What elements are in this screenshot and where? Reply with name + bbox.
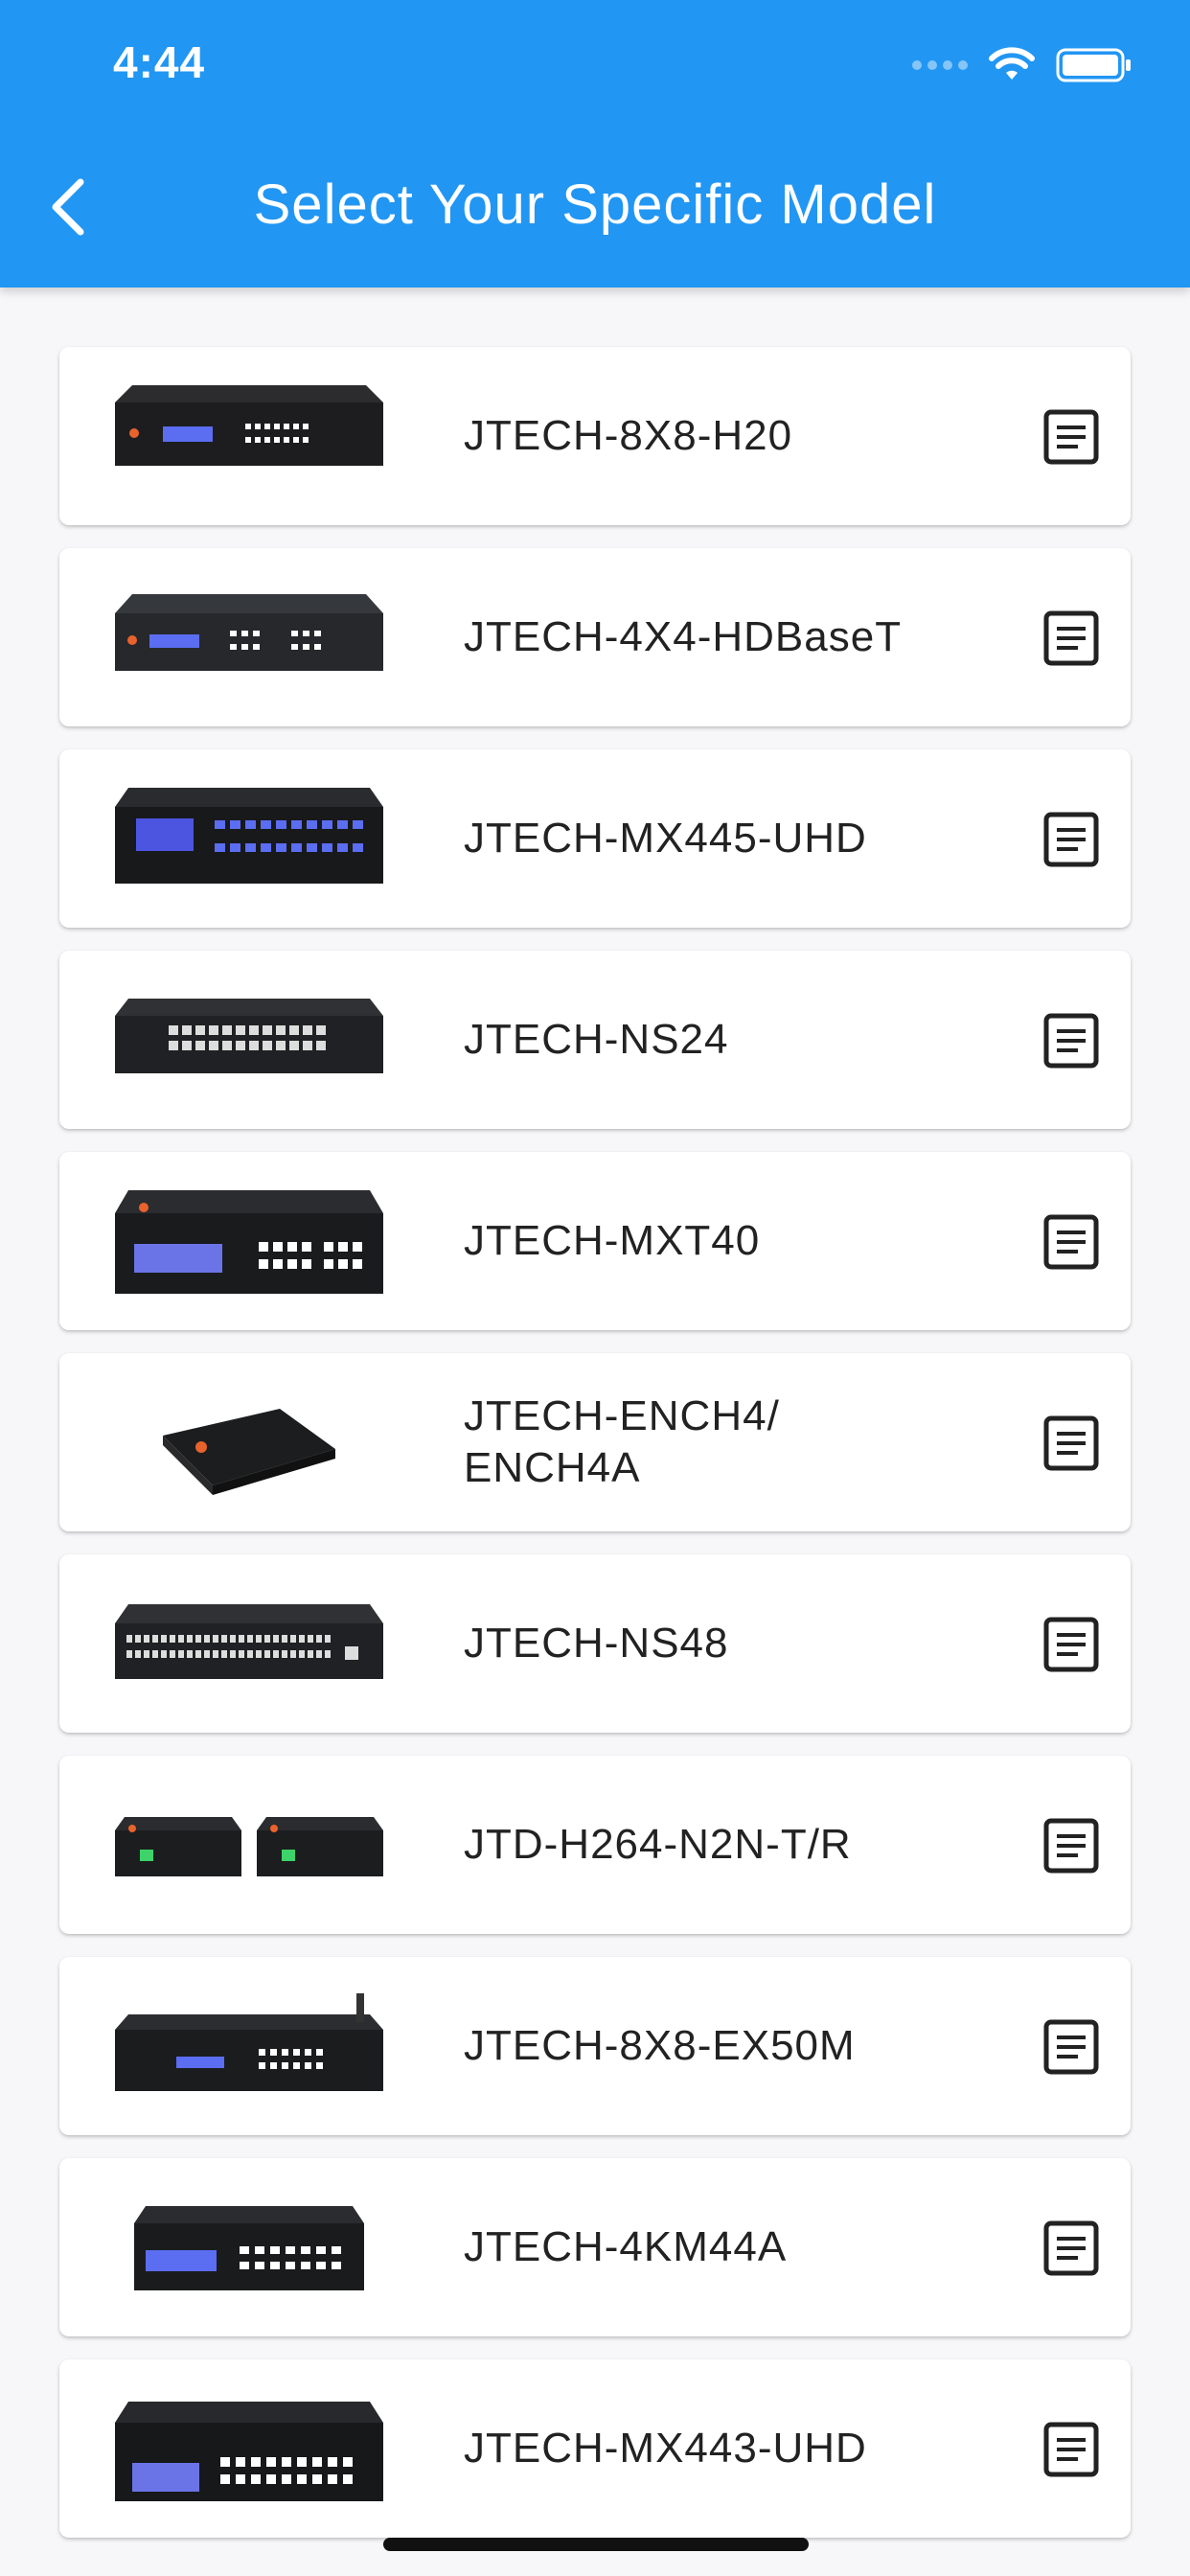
document-icon[interactable] — [1042, 2421, 1100, 2478]
model-name: JTECH-4KM44A — [464, 2223, 788, 2270]
model-name: JTD-H264-N2N-T/R — [464, 1821, 852, 1868]
model-name: JTECH-4X4-HDBaseT — [464, 613, 903, 660]
product-image — [115, 1604, 383, 1679]
product-image — [115, 1817, 383, 1876]
document-icon[interactable] — [1042, 1213, 1100, 1271]
model-list-item[interactable]: JTECH-4X4-HDBaseT — [59, 548, 1131, 726]
model-list-item[interactable]: JTECH-MX443-UHD — [59, 2359, 1131, 2538]
status-icons — [912, 46, 1133, 84]
document-icon[interactable] — [1042, 811, 1100, 868]
battery-icon — [1056, 48, 1131, 82]
model-list-item[interactable]: JTECH-NS24 — [59, 951, 1131, 1129]
model-list-item[interactable]: JTD-H264-N2N-T/R — [59, 1756, 1131, 1934]
product-image — [115, 1190, 383, 1294]
document-icon[interactable] — [1042, 1012, 1100, 1070]
product-image — [115, 2402, 383, 2501]
home-indicator — [383, 2538, 809, 2551]
product-image — [115, 788, 383, 884]
model-list-item[interactable]: JTECH-MX445-UHD — [59, 749, 1131, 928]
model-list: JTECH-8X8-H20 JTECH-4X4-HDBaseT JTECH-MX44… — [59, 347, 1131, 2561]
document-icon[interactable] — [1042, 610, 1100, 667]
model-name: JTECH-NS24 — [464, 1016, 729, 1063]
document-icon[interactable] — [1042, 1414, 1100, 1472]
product-image — [163, 1409, 335, 1495]
model-list-item[interactable]: JTECH-MXT40 — [59, 1152, 1131, 1330]
model-name: JTECH-8X8-H20 — [464, 412, 793, 459]
model-name: JTECH-ENCH4/ ENCH4A — [464, 1392, 780, 1491]
app-bar: 4:44 Select Your Specific Model — [0, 0, 1190, 288]
product-image — [115, 385, 383, 466]
product-image — [115, 594, 383, 671]
cellular-signal-icon — [912, 60, 968, 70]
model-list-item[interactable]: JTECH-ENCH4/ ENCH4A — [59, 1353, 1131, 1531]
wifi-icon — [989, 47, 1035, 80]
document-icon[interactable] — [1042, 2018, 1100, 2076]
document-icon[interactable] — [1042, 1616, 1100, 1673]
model-name: JTECH-MX445-UHD — [464, 815, 867, 862]
document-icon[interactable] — [1042, 2220, 1100, 2277]
product-image — [134, 2206, 364, 2290]
model-name: JTECH-8X8-EX50M — [464, 2022, 856, 2069]
product-image — [115, 1993, 383, 2091]
model-list-item[interactable]: JTECH-8X8-EX50M — [59, 1957, 1131, 2135]
model-list-item[interactable]: JTECH-8X8-H20 — [59, 347, 1131, 525]
model-list-item[interactable]: JTECH-4KM44A — [59, 2158, 1131, 2336]
model-name: JTECH-MXT40 — [464, 1217, 761, 1264]
model-name: JTECH-NS48 — [464, 1620, 729, 1667]
product-image — [115, 999, 383, 1073]
status-time: 4:44 — [113, 37, 206, 87]
page-title: Select Your Specific Model — [253, 173, 937, 236]
document-icon[interactable] — [1042, 1817, 1100, 1874]
document-icon[interactable] — [1042, 408, 1100, 466]
model-list-item[interactable]: JTECH-NS48 — [59, 1554, 1131, 1733]
model-name: JTECH-MX443-UHD — [464, 2425, 867, 2472]
